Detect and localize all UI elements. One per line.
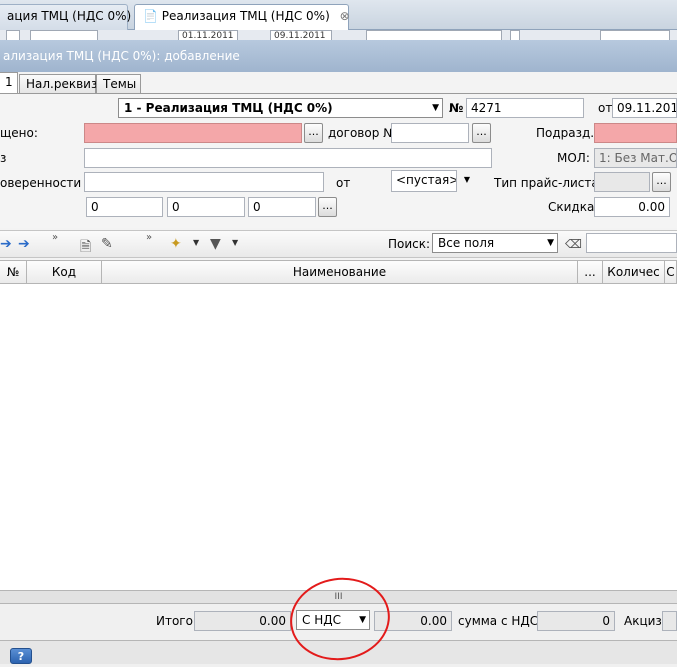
number-label: № — [449, 101, 464, 115]
total-label: Итого: — [156, 614, 197, 628]
search-input[interactable] — [586, 233, 677, 253]
overflow-icon[interactable]: » — [52, 232, 58, 243]
column-header-quantity[interactable]: Количес — [603, 261, 665, 284]
discount-label: Скидка: — [548, 200, 599, 214]
chevron-down-icon[interactable]: ▼ — [232, 238, 238, 247]
row3-label: з — [0, 151, 7, 165]
arrow-right-icon[interactable]: ➔ — [18, 236, 30, 252]
contract-browse-button[interactable]: ... — [472, 123, 491, 143]
chevron-down-icon: ▼ — [463, 175, 471, 184]
proxy-from-label: от — [336, 176, 351, 190]
vat-field: 0.00 — [374, 611, 452, 631]
excise-label: Акциз: — [624, 614, 666, 628]
date-from-label: от — [598, 101, 613, 115]
eraser-icon[interactable]: ⌫ — [565, 237, 582, 251]
pricelist-label: Тип прайс-листа: — [494, 176, 603, 190]
sum-with-vat-field: 0 — [537, 611, 615, 631]
arrow-left-icon[interactable]: ➔ — [0, 236, 12, 252]
document-date-field[interactable]: 09.11.2011 — [612, 98, 677, 118]
form-tab-main[interactable]: 1 — [0, 72, 18, 94]
document-tab-2[interactable]: 📄 Реализация ТМЦ (НДС 0%) ⊗ — [134, 4, 350, 30]
contract-label: договор № — [328, 126, 396, 140]
items-grid — [0, 260, 677, 590]
vat-mode-select[interactable]: С НДС ▼ — [296, 610, 370, 630]
sum-with-vat-label: сумма с НДС: — [458, 614, 543, 628]
tab-label: ация ТМЦ (НДС 0%) — [7, 9, 132, 23]
excise-field — [662, 611, 677, 631]
help-button[interactable]: ? — [10, 648, 32, 664]
magic-wand-icon[interactable]: ✦ — [170, 236, 182, 252]
column-header-name[interactable]: Наименование — [102, 261, 578, 284]
subdivision-label: Подразд.: — [536, 126, 599, 140]
pricelist-field[interactable] — [594, 172, 650, 192]
proxy-date-dropdown[interactable]: ▼ — [459, 171, 475, 191]
amount-field-3[interactable]: 0 — [248, 197, 316, 217]
close-tab-icon[interactable]: ⊗ — [340, 9, 350, 23]
chevron-down-icon[interactable]: ▼ — [193, 238, 199, 247]
amounts-browse-button[interactable]: ... — [318, 197, 337, 217]
column-header-code[interactable]: Код — [27, 261, 102, 284]
document-number-field[interactable]: 4271 — [466, 98, 584, 118]
filter-icon[interactable]: ▼ — [210, 236, 221, 252]
document-icon: 📄 — [143, 9, 158, 23]
overflow-icon[interactable]: » — [146, 232, 152, 243]
edit-document-icon[interactable]: ✎ — [101, 236, 113, 252]
pricelist-browse-button[interactable]: ... — [652, 172, 671, 192]
document-tab-1[interactable]: ация ТМЦ (НДС 0%) — [0, 4, 132, 30]
proxy-label: оверенности № — [0, 176, 98, 190]
column-header-more[interactable]: ... — [578, 261, 603, 284]
mol-field[interactable]: 1: Без Мат.Отв — [594, 148, 677, 168]
chevron-down-icon: ▼ — [547, 238, 554, 248]
status-bar — [0, 640, 677, 664]
recipient-field[interactable] — [84, 123, 302, 143]
proxy-number-field[interactable] — [84, 172, 324, 192]
form-tab-tax[interactable]: Нал.реквиз. — [19, 74, 101, 94]
background-form — [0, 30, 677, 40]
chevron-down-icon: ▼ — [359, 615, 366, 625]
document-type-select[interactable]: 1 - Реализация ТМЦ (НДС 0%) ▼ — [118, 98, 443, 118]
recipient-browse-button[interactable]: ... — [304, 123, 323, 143]
mol-label: МОЛ: — [557, 151, 590, 165]
splitter-handle[interactable]: III — [0, 590, 677, 604]
amount-field-2[interactable]: 0 — [167, 197, 245, 217]
contract-field[interactable] — [391, 123, 469, 143]
total-field: 0.00 — [194, 611, 291, 631]
subdivision-field[interactable] — [594, 123, 677, 143]
basis-field[interactable] — [84, 148, 492, 168]
tab-label: Реализация ТМЦ (НДС 0%) — [161, 9, 330, 23]
window-title: ализация ТМЦ (НДС 0%): добавление — [0, 40, 677, 72]
amount-field-1[interactable]: 0 — [86, 197, 163, 217]
shipped-label: щено: — [0, 126, 38, 140]
new-document-icon[interactable]: 🗎 — [80, 236, 91, 260]
discount-field[interactable]: 0.00 — [594, 197, 670, 217]
column-header-number[interactable]: № — [0, 261, 27, 284]
column-header-extra[interactable]: С — [665, 261, 677, 284]
search-scope-select[interactable]: Все поля ▼ — [432, 233, 558, 253]
chevron-down-icon: ▼ — [432, 103, 439, 113]
proxy-date-field[interactable]: <пустая> — [391, 170, 457, 192]
search-label: Поиск: — [388, 237, 431, 251]
form-tab-topics[interactable]: Темы — [96, 74, 141, 94]
